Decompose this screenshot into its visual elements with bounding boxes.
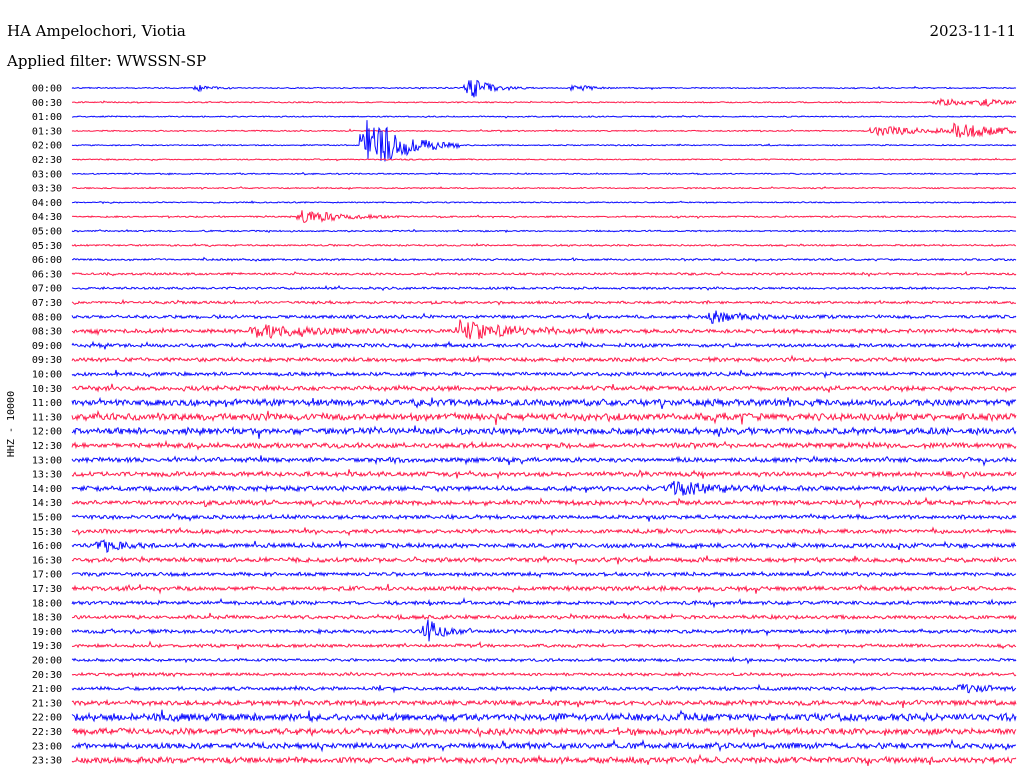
- trace-row-1800: [71, 597, 1017, 609]
- trace-row-1730: [71, 583, 1017, 595]
- row-time-label: 22:00: [32, 713, 62, 724]
- row-time-label: 21:30: [32, 698, 62, 709]
- trace-row-0100: [71, 114, 1017, 119]
- row-time-label: 17:00: [32, 570, 62, 581]
- trace-row-2100: [71, 683, 1017, 694]
- row-time-label: 12:30: [32, 441, 62, 452]
- trace-row-1130: [71, 409, 1017, 426]
- row-time-label: 01:30: [32, 126, 62, 137]
- trace-row-0830: [71, 319, 1017, 340]
- trace-row-1930: [71, 640, 1017, 651]
- row-time-label: 11:30: [32, 412, 62, 423]
- trace-row-0730: [71, 298, 1017, 306]
- trace-row-1830: [71, 612, 1017, 621]
- trace-row-0030: [71, 97, 1017, 107]
- trace-row-0600: [71, 256, 1017, 262]
- trace-row-2000: [71, 656, 1017, 665]
- trace-row-0700: [71, 284, 1016, 292]
- row-time-label: 02:00: [32, 141, 62, 152]
- trace-row-1600: [71, 539, 1017, 554]
- trace-row-0430: [71, 210, 1017, 223]
- trace-row-2030: [71, 671, 1017, 679]
- row-time-label: 14:00: [32, 484, 62, 495]
- row-time-label: 05:30: [32, 241, 62, 252]
- trace-row-2330: [71, 753, 1017, 767]
- trace-row-2130: [71, 698, 1017, 708]
- trace-row-2230: [71, 726, 1017, 738]
- trace-row-2200: [71, 709, 1017, 724]
- trace-row-1530: [71, 526, 1017, 537]
- row-time-label: 01:00: [32, 112, 62, 123]
- helicorder-plot: 00:00 00:30 01:00 01:30 02:00 02:30 03:00 03:30…: [32, 79, 1017, 767]
- trace-row-2300: [71, 738, 1017, 753]
- trace-row-0000: [71, 79, 1017, 98]
- row-time-label: 23:00: [32, 741, 62, 752]
- row-time-label: 03:30: [32, 184, 62, 195]
- trace-row-0530: [71, 242, 1017, 248]
- trace-row-1100: [71, 396, 1017, 410]
- row-time-label: 06:30: [32, 269, 62, 280]
- trace-row-1500: [71, 512, 1017, 522]
- trace-row-0800: [71, 310, 1017, 324]
- trace-row-1900: [71, 619, 1017, 642]
- row-time-label: 06:00: [32, 255, 62, 266]
- row-time-label: 22:30: [32, 727, 62, 738]
- trace-row-0300: [71, 171, 1017, 176]
- row-time-label: 13:30: [32, 470, 62, 481]
- trace-row-0400: [71, 200, 1017, 205]
- trace-row-1200: [71, 425, 1017, 439]
- row-time-label: 13:00: [32, 455, 62, 466]
- trace-group: [71, 79, 1017, 767]
- row-time-label: 08:30: [32, 327, 62, 338]
- trace-row-0130: [71, 122, 1017, 138]
- row-time-label: 11:00: [32, 398, 62, 409]
- trace-row-1630: [71, 555, 1017, 566]
- row-time-label: 19:30: [32, 641, 62, 652]
- trace-row-0630: [71, 270, 1017, 278]
- trace-row-1430: [71, 496, 1017, 510]
- row-label-group: 00:00 00:30 01:00 01:30 02:00 02:30 03:00 03:30…: [32, 84, 62, 767]
- row-time-label: 05:00: [32, 227, 62, 238]
- trace-row-0200: [71, 120, 1017, 162]
- trace-row-1330: [71, 469, 1017, 480]
- trace-row-0330: [71, 186, 1016, 191]
- row-time-label: 10:00: [32, 370, 62, 381]
- row-time-label: 08:00: [32, 312, 62, 323]
- row-time-label: 19:00: [32, 627, 62, 638]
- trace-row-1230: [71, 439, 1017, 451]
- row-time-label: 16:00: [32, 541, 62, 552]
- row-time-label: 09:30: [32, 355, 62, 366]
- trace-row-0930: [71, 354, 1017, 364]
- trace-row-0500: [71, 228, 1017, 234]
- row-time-label: 15:00: [32, 513, 62, 524]
- row-time-label: 20:00: [32, 656, 62, 667]
- trace-row-1700: [71, 570, 1017, 579]
- row-time-label: 10:30: [32, 384, 62, 395]
- trace-row-1300: [71, 455, 1017, 467]
- trace-row-1000: [71, 369, 1017, 379]
- row-time-label: 07:30: [32, 298, 62, 309]
- row-time-label: 20:30: [32, 670, 62, 681]
- row-time-label: 00:30: [32, 98, 62, 109]
- row-time-label: 21:00: [32, 684, 62, 695]
- row-time-label: 18:30: [32, 613, 62, 624]
- row-time-label: 04:30: [32, 212, 62, 223]
- trace-row-0230: [71, 157, 1017, 162]
- row-time-label: 18:00: [32, 598, 62, 609]
- row-time-label: 00:00: [32, 84, 62, 95]
- row-time-label: 14:30: [32, 498, 62, 509]
- row-time-label: 12:00: [32, 427, 62, 438]
- row-time-label: 09:00: [32, 341, 62, 352]
- row-time-label: 03:00: [32, 169, 62, 180]
- trace-row-0900: [71, 340, 1017, 350]
- row-time-label: 02:30: [32, 155, 62, 166]
- trace-row-1400: [71, 480, 1017, 496]
- row-time-label: 07:00: [32, 284, 62, 295]
- row-time-label: 15:30: [32, 527, 62, 538]
- trace-row-1030: [71, 383, 1017, 393]
- row-time-label: 23:30: [32, 756, 62, 767]
- row-time-label: 17:30: [32, 584, 62, 595]
- row-time-label: 16:30: [32, 555, 62, 566]
- row-time-label: 04:00: [32, 198, 62, 209]
